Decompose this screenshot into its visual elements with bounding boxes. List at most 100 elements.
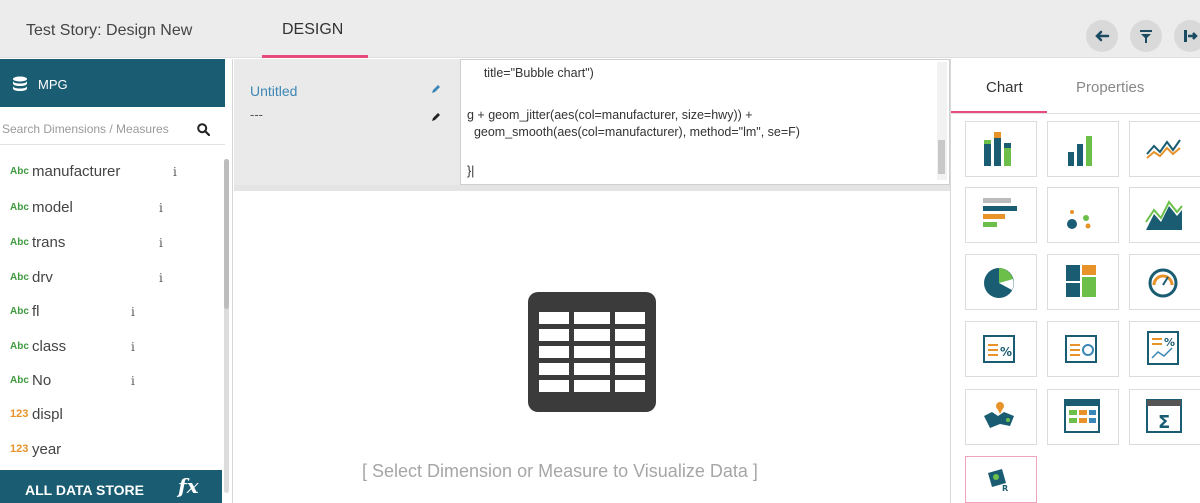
chart-type-gauge[interactable]	[1129, 254, 1200, 310]
chart-type-line[interactable]	[1129, 121, 1200, 177]
treemap-chart-icon	[1066, 265, 1096, 297]
line-chart-icon	[1146, 139, 1181, 159]
field-item-drv[interactable]: Abc drv i	[0, 262, 220, 296]
field-name: drv	[32, 269, 53, 286]
field-name: fl	[32, 303, 40, 320]
dataset-header[interactable]: MPG	[0, 59, 225, 107]
code-line: }|	[467, 164, 475, 178]
field-name: year	[32, 441, 62, 458]
field-item-class[interactable]: Abc class i	[0, 331, 220, 365]
bar-chart-icon	[1068, 136, 1092, 166]
dimension-type-badge: Abc	[10, 375, 29, 386]
dimension-type-badge: Abc	[10, 306, 29, 317]
pivot-grid-icon: Σ	[1146, 399, 1182, 433]
filter-button[interactable]	[1130, 20, 1162, 52]
code-line: title="Bubble chart")	[463, 66, 594, 80]
tab-properties[interactable]: Properties	[1076, 79, 1144, 96]
tab-active-indicator	[262, 55, 368, 58]
editor-scrollbar-thumb[interactable]	[938, 140, 945, 174]
field-item-fl[interactable]: Abc fl i	[0, 296, 220, 330]
chart-type-horizontal-bar[interactable]	[965, 187, 1037, 243]
data-grid-icon	[1064, 399, 1100, 433]
info-icon[interactable]: i	[131, 305, 135, 319]
edit-pencil-icon[interactable]	[430, 83, 442, 95]
exit-icon	[1184, 30, 1198, 42]
info-icon[interactable]: i	[131, 374, 135, 388]
chart-type-data-grid[interactable]	[1047, 389, 1119, 445]
top-bar: Test Story: Design New DESIGN	[0, 0, 1200, 58]
dimension-type-badge: Abc	[10, 237, 29, 248]
field-name: manufacturer	[32, 163, 121, 180]
info-icon[interactable]: i	[173, 165, 177, 179]
field-item-model[interactable]: Abc model i	[0, 192, 220, 226]
search-input[interactable]	[2, 119, 194, 139]
chart-panel: Chart Properties % % Σ R	[950, 59, 1200, 503]
kpi-target-icon	[1065, 335, 1097, 363]
field-item-displ[interactable]: 123 displ	[0, 399, 220, 433]
chart-type-column[interactable]	[965, 121, 1037, 177]
edit-pencil-icon[interactable]	[430, 111, 442, 123]
kpi-percent-icon: %	[983, 335, 1015, 363]
info-icon[interactable]: i	[159, 271, 163, 285]
field-item-no[interactable]: Abc No i	[0, 365, 220, 399]
tab-chart[interactable]: Chart	[986, 79, 1023, 96]
column-chart-icon	[984, 132, 1011, 166]
chart-type-area[interactable]	[1129, 187, 1200, 243]
horizontal-bar-chart-icon	[983, 198, 1017, 227]
field-name: model	[32, 199, 73, 216]
chart-type-kpi-target[interactable]	[1047, 321, 1119, 377]
back-button[interactable]	[1086, 20, 1118, 52]
chart-type-treemap[interactable]	[1047, 254, 1119, 310]
tab-design[interactable]: DESIGN	[262, 0, 368, 58]
field-name: class	[32, 338, 67, 355]
info-icon[interactable]: i	[159, 236, 163, 250]
field-name: displ	[32, 406, 63, 423]
chart-type-kpi-trend[interactable]: %	[1129, 321, 1200, 377]
chart-type-r-script[interactable]: R	[965, 456, 1037, 503]
field-item-trans[interactable]: Abc trans i	[0, 227, 220, 261]
svg-text:%: %	[1164, 336, 1175, 349]
search-icon[interactable]	[197, 123, 210, 136]
table-icon	[528, 292, 656, 412]
tab-divider	[951, 113, 1200, 114]
area-chart-icon	[1145, 200, 1183, 230]
chart-type-pivot-grid[interactable]: Σ	[1129, 389, 1200, 445]
chart-type-scatter[interactable]	[1047, 187, 1119, 243]
code-editor[interactable]: title="Bubble chart") g + geom_jitter(ae…	[460, 59, 950, 185]
chart-type-pie[interactable]	[965, 254, 1037, 310]
script-subtitle: ---	[250, 107, 263, 122]
formula-fx-icon[interactable]: fx	[178, 474, 199, 498]
exit-button[interactable]	[1174, 20, 1200, 52]
dataset-name: MPG	[38, 77, 68, 92]
sidebar-scrollbar-thumb[interactable]	[224, 159, 229, 309]
chart-type-bar[interactable]	[1047, 121, 1119, 177]
story-title: Test Story: Design New	[26, 22, 193, 39]
script-list: Untitled ---	[234, 59, 460, 185]
gauge-chart-icon	[1148, 268, 1178, 298]
chart-type-map[interactable]	[965, 389, 1037, 445]
r-script-chart-icon: R	[988, 469, 1008, 493]
dimension-type-badge: Abc	[10, 166, 29, 177]
filter-icon	[1140, 30, 1152, 43]
field-item-manufacturer[interactable]: Abc manufacturer i	[0, 156, 220, 190]
dimension-type-badge: Abc	[10, 341, 29, 352]
app-root: Test Story: Design New DESIGN MPG Search…	[0, 0, 1200, 503]
svg-text:R: R	[1002, 484, 1008, 493]
back-arrow-icon	[1095, 30, 1110, 42]
info-icon[interactable]: i	[131, 340, 135, 354]
all-data-store-button[interactable]: ALL DATA STORE fx	[0, 470, 222, 503]
info-icon[interactable]: i	[159, 201, 163, 215]
chart-type-kpi-percent[interactable]: %	[965, 321, 1037, 377]
code-line: geom_smooth(aes(col=manufacturer), metho…	[467, 125, 800, 139]
tab-design-label: DESIGN	[282, 21, 344, 38]
scatter-chart-icon	[1067, 210, 1091, 229]
dimension-type-badge: Abc	[10, 202, 29, 213]
database-icon	[13, 76, 27, 91]
empty-canvas-hint: [ Select Dimension or Measure to Visuali…	[362, 461, 758, 481]
svg-text:%: %	[1000, 345, 1012, 359]
script-name[interactable]: Untitled	[250, 83, 297, 99]
field-item-year[interactable]: 123 year	[0, 434, 220, 468]
measure-type-badge: 123	[10, 408, 29, 420]
field-name: No	[32, 372, 52, 389]
pie-chart-icon	[984, 268, 1014, 298]
